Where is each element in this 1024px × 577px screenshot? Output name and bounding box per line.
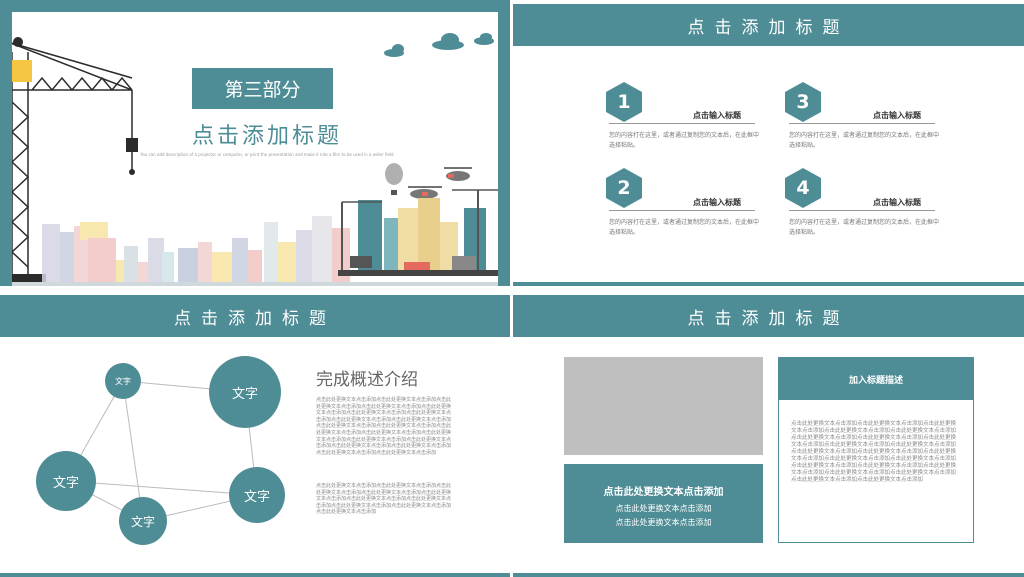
slide-footer-bar (0, 573, 510, 577)
overview-paragraph[interactable]: 点击此处更换文本点击添加点击此处更换文本点击添加点击此处更换文本点击添加点击此处… (316, 483, 454, 516)
slide-header: 点击添加标题 (513, 4, 1024, 46)
slide-title[interactable]: 点击添加标题 (688, 13, 850, 38)
slide-grid: 第三部分 点击添加标题 You can add description of a… (0, 0, 1024, 577)
slide-2[interactable]: 点击添加标题 1 点击输入标题 您的内容打在这里，或者通过复制您的文本后，在此框… (513, 0, 1024, 286)
slide-1-canvas: 第三部分 点击添加标题 You can add description of a… (12, 12, 498, 286)
text-bubble[interactable]: 文字 (209, 356, 281, 428)
text-bubble[interactable]: 文字 (105, 363, 141, 399)
overview-heading[interactable]: 完成概述介绍 (316, 365, 418, 390)
slide-1[interactable]: 第三部分 点击添加标题 You can add description of a… (0, 0, 510, 286)
construction-site (338, 189, 498, 276)
divider (609, 210, 755, 211)
description-title: 加入标题描述 (779, 358, 973, 400)
city-skyline (42, 216, 350, 284)
slide-footer-bar (513, 282, 1024, 286)
image-placeholder[interactable] (564, 357, 763, 455)
slide-3[interactable]: 点击添加标题 文字 文字 文字 文字 文字 完成概述介绍 点击此处更换文本点击添… (0, 291, 510, 577)
number-badge: 1 (606, 82, 642, 122)
slide-header: 点击添加标题 (513, 295, 1024, 337)
helicopter-icon (408, 167, 472, 199)
text-bubble[interactable]: 文字 (36, 451, 96, 511)
item-title[interactable]: 点击输入标题 (873, 110, 921, 121)
description-box[interactable]: 加入标题描述 点击此处更换文本点击添加点击此处更换文本点击添加点击此处更换文本点… (778, 357, 974, 543)
number-badge: 4 (785, 168, 821, 208)
text-bubble[interactable]: 文字 (229, 467, 285, 523)
cloud-icon (384, 33, 494, 57)
divider (609, 123, 755, 124)
item-title[interactable]: 点击输入标题 (873, 197, 921, 208)
item-text[interactable]: 您的内容打在这里，或者通过复制您的文本后，在此框中选择粘贴。 (789, 218, 939, 238)
item-text[interactable]: 您的内容打在这里，或者通过复制您的文本后，在此框中选择粘贴。 (789, 131, 939, 151)
caption-line: 点击此处更换文本点击添加 (615, 518, 712, 527)
section-title[interactable]: 点击添加标题 (172, 118, 362, 150)
overview-paragraph[interactable]: 点击此处更换文本点击添加点击此处更换文本点击添加点击此处更换文本点击添加点击此处… (316, 397, 454, 456)
slide-title[interactable]: 点击添加标题 (688, 304, 850, 329)
caption-line: 点击此处更换文本点击添加 (615, 504, 712, 513)
text-bubble[interactable]: 文字 (119, 497, 167, 545)
item-text[interactable]: 您的内容打在这里，或者通过复制您的文本后，在此框中选择粘贴。 (609, 218, 759, 238)
item-title[interactable]: 点击输入标题 (693, 110, 741, 121)
subtitle-text: You can add description of a projector o… (140, 152, 394, 157)
divider (789, 210, 935, 211)
item-text[interactable]: 您的内容打在这里，或者通过复制您的文本后，在此框中选择粘贴。 (609, 131, 759, 151)
item-title[interactable]: 点击输入标题 (693, 197, 741, 208)
divider (789, 123, 935, 124)
section-label[interactable]: 第三部分 (192, 68, 333, 109)
slide-4[interactable]: 点击添加标题 点击此处更换文本点击添加 点击此处更换文本点击添加 点击此处更换文… (513, 291, 1024, 577)
description-text: 点击此处更换文本点击添加点击此处更换文本点击添加点击此处更换文本点击添加点击此处… (791, 421, 957, 483)
caption-title: 点击此处更换文本点击添加 (603, 487, 724, 498)
number-badge: 3 (785, 82, 821, 122)
crane-cab (12, 60, 32, 82)
number-badge: 2 (606, 168, 642, 208)
caption-box[interactable]: 点击此处更换文本点击添加 点击此处更换文本点击添加 点击此处更换文本点击添加 (564, 464, 763, 543)
balloon-icon (385, 163, 403, 185)
slide-footer-bar (513, 573, 1024, 577)
